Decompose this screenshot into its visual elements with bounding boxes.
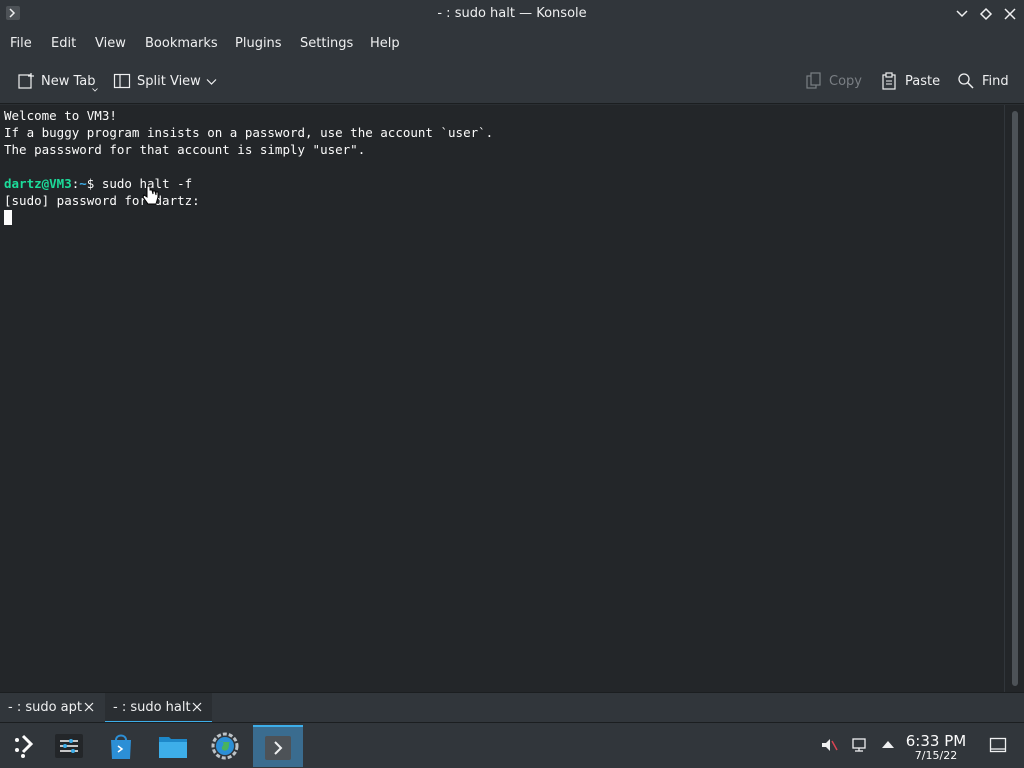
text-cursor (4, 210, 12, 225)
system-settings-task[interactable] (44, 725, 94, 767)
menu-bookmarks[interactable]: Bookmarks (145, 36, 218, 51)
window-title: - : sudo halt — Konsole (437, 6, 587, 21)
show-desktop-icon[interactable] (989, 736, 1007, 754)
find-label: Find (982, 74, 1009, 89)
paste-label: Paste (905, 74, 941, 89)
maximize-icon[interactable] (978, 6, 994, 22)
paste-button[interactable]: Paste (880, 72, 940, 92)
menu-edit[interactable]: Edit (51, 36, 76, 51)
hand-cursor-icon (142, 185, 159, 205)
clock-time[interactable]: 6:33 PM (900, 732, 972, 750)
menu-file[interactable]: File (10, 36, 32, 51)
tab-label: - : sudo halt (113, 700, 191, 715)
volume-muted-icon[interactable] (820, 736, 838, 754)
globe-gear-icon (211, 732, 239, 760)
prompt-path: ~ (79, 176, 87, 191)
new-tab-label: New Tab (41, 74, 96, 89)
search-icon (958, 73, 974, 89)
scrollbar-track[interactable] (1012, 111, 1018, 686)
show-hidden-icons-arrow-icon[interactable] (880, 736, 896, 752)
copy-button[interactable]: Copy (805, 72, 863, 92)
prompt-symbol: $ (86, 176, 102, 191)
split-view-button[interactable]: Split View (113, 72, 219, 92)
tab-close-icon[interactable] (191, 701, 203, 713)
tab-sudo-halt[interactable]: - : sudo halt (105, 693, 212, 723)
menu-settings[interactable]: Settings (300, 36, 353, 51)
terminal-line: The passsword for that account is simply… (4, 142, 366, 157)
terminal-tab-bar: - : sudo apt - : sudo halt (0, 692, 1024, 723)
new-tab-icon (18, 73, 34, 89)
application-launcher-button[interactable] (0, 725, 50, 767)
cursor-line (4, 209, 1000, 226)
minimize-icon[interactable] (954, 6, 970, 22)
tab-label: - : sudo apt (8, 700, 83, 715)
paste-icon (882, 72, 896, 90)
discover-task[interactable] (96, 725, 146, 767)
prompt-user-host: dartz@VM3 (4, 176, 72, 191)
network-wired-icon[interactable] (851, 736, 869, 754)
title-bar: - : sudo halt — Konsole (0, 0, 1024, 28)
terminal-icon (265, 736, 291, 760)
sliders-icon (55, 734, 83, 758)
launcher-icon (15, 734, 34, 758)
konsole-task[interactable] (253, 725, 303, 767)
terminal-line: Welcome to VM3! (4, 108, 117, 123)
copy-icon (806, 72, 821, 89)
tab-sudo-apt[interactable]: - : sudo apt (0, 693, 102, 723)
taskbar: 6:33 PM 7/15/22 (0, 722, 1024, 768)
split-view-label: Split View (137, 74, 201, 89)
file-manager-task[interactable] (148, 725, 198, 767)
close-icon[interactable] (1002, 6, 1018, 22)
menu-help[interactable]: Help (370, 36, 400, 51)
menu-view[interactable]: View (95, 36, 126, 51)
tab-close-icon[interactable] (83, 701, 95, 713)
split-view-icon (113, 73, 131, 89)
dropdown-arrow-icon (92, 88, 98, 92)
terminal-line: If a buggy program insists on a password… (4, 125, 494, 140)
menu-plugins[interactable]: Plugins (235, 36, 282, 51)
clock-date[interactable]: 7/15/22 (900, 749, 972, 762)
menu-bar: File Edit View Bookmarks Plugins Setting… (0, 28, 1024, 60)
toolbar: New Tab Split View Copy Paste Find (0, 60, 1024, 104)
shopping-bag-icon (111, 734, 131, 759)
new-tab-button[interactable]: New Tab (17, 72, 98, 92)
copy-label: Copy (829, 74, 862, 89)
terminal-scrollbar[interactable] (1004, 105, 1024, 692)
folder-icon (159, 737, 187, 758)
web-browser-task[interactable] (200, 725, 250, 767)
chevron-down-icon (206, 79, 217, 85)
find-button[interactable]: Find (957, 72, 1012, 92)
